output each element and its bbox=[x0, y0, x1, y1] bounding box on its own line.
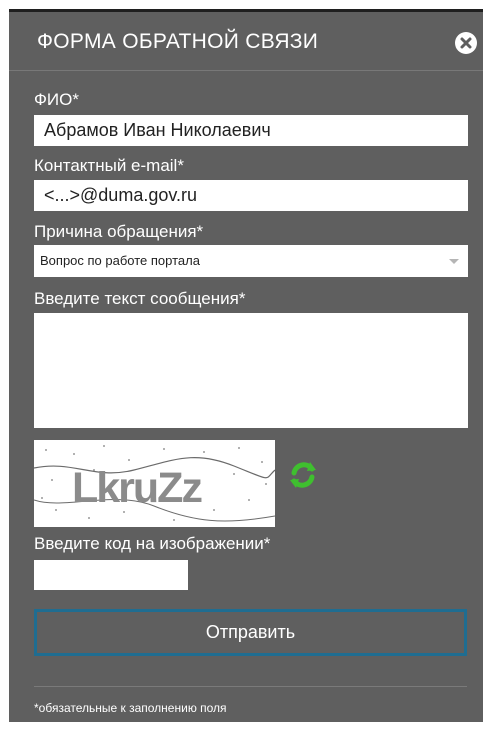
feedback-form-panel: ФОРМА ОБРАТНОЙ СВЯЗИ ФИО* Абрамов Иван Н… bbox=[9, 9, 483, 722]
email-label: Контактный e-mail* bbox=[34, 156, 184, 175]
captcha-input[interactable] bbox=[34, 560, 188, 590]
refresh-icon[interactable] bbox=[286, 458, 320, 492]
reason-label: Причина обращения* bbox=[34, 222, 204, 241]
required-note: *обязательные к заполнению поля bbox=[34, 701, 227, 715]
fio-field[interactable]: Абрамов Иван Николаевич bbox=[34, 115, 468, 146]
captcha-image: LkruZz bbox=[34, 440, 275, 527]
captcha-label: Введите код на изображении* bbox=[34, 534, 271, 553]
divider bbox=[34, 686, 467, 687]
message-textarea[interactable] bbox=[34, 313, 468, 428]
chevron-down-icon bbox=[449, 259, 459, 264]
email-field[interactable]: <...>@duma.gov.ru bbox=[34, 180, 468, 211]
captcha-text: LkruZz bbox=[72, 464, 203, 512]
message-label: Введите текст сообщения* bbox=[34, 289, 246, 308]
submit-button[interactable]: Отправить bbox=[34, 609, 467, 656]
reason-selected-value: Вопрос по работе портала bbox=[40, 253, 200, 268]
close-icon[interactable] bbox=[455, 32, 477, 54]
form-title: ФОРМА ОБРАТНОЙ СВЯЗИ bbox=[37, 30, 319, 53]
reason-select[interactable]: Вопрос по работе портала bbox=[34, 245, 468, 277]
form-header: ФОРМА ОБРАТНОЙ СВЯЗИ bbox=[9, 12, 483, 71]
fio-label: ФИО* bbox=[34, 90, 79, 109]
